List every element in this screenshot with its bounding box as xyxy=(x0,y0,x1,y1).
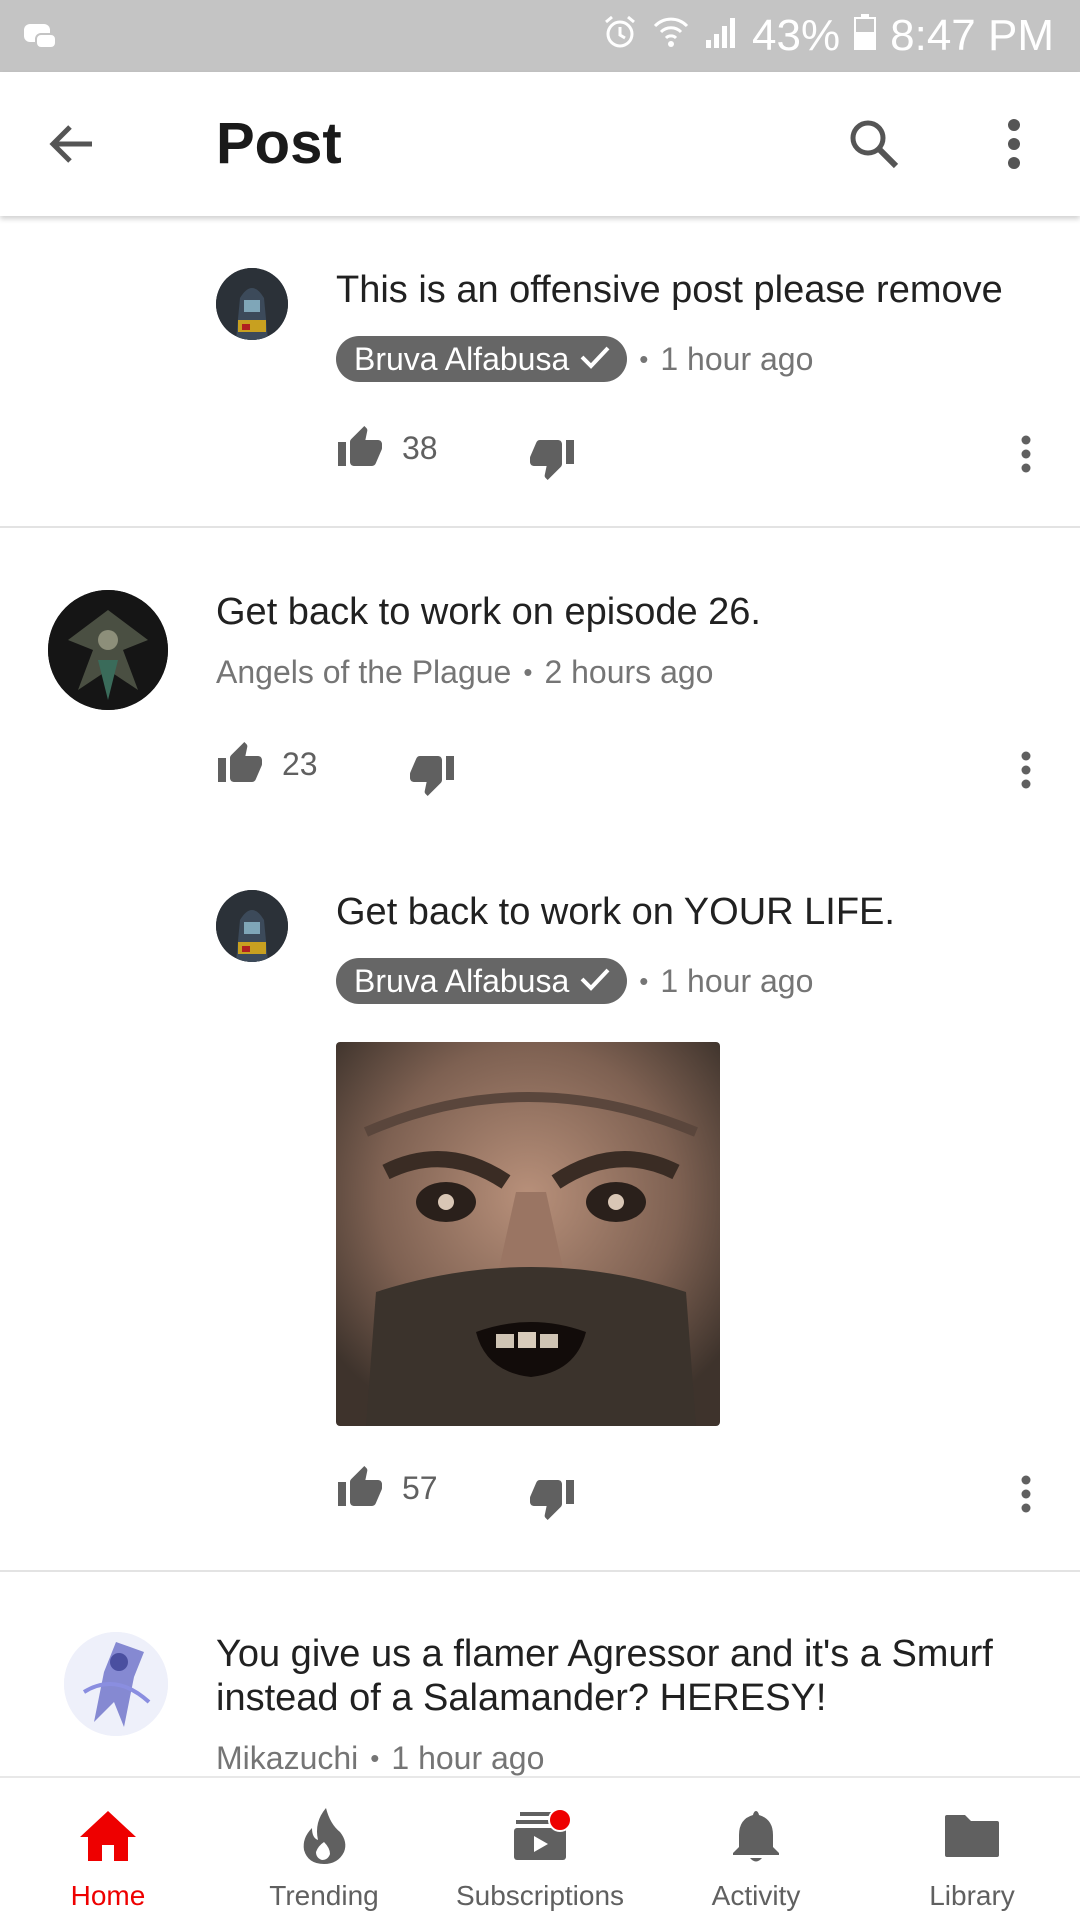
like-button[interactable] xyxy=(336,424,384,472)
nav-label: Subscriptions xyxy=(455,1880,625,1911)
app-bar: Post xyxy=(0,72,1080,216)
thumb-down-icon xyxy=(530,440,574,480)
clock: 8:47 PM xyxy=(890,11,1054,60)
comment-text-line: You give us a flamer Agressor and it's a… xyxy=(216,1633,993,1675)
comment-image[interactable] xyxy=(336,1042,720,1426)
dislike-button[interactable] xyxy=(528,1474,576,1522)
comment-text: Get back to work on episode 26. xyxy=(216,591,761,633)
status-icons: 43% 8:47 PM xyxy=(602,8,1054,64)
comment-more-button[interactable] xyxy=(1006,1464,1046,1524)
comment-time: 2 hours ago xyxy=(544,654,714,690)
comment-more-button[interactable] xyxy=(1006,424,1046,484)
author-name[interactable]: Angels of the Plague xyxy=(216,654,511,691)
arrow-back-icon xyxy=(49,125,92,163)
separator: • xyxy=(370,1743,380,1773)
thumb-down-icon xyxy=(410,756,454,796)
separator: • xyxy=(639,965,649,996)
subscriptions-icon xyxy=(508,1806,572,1866)
bell-icon xyxy=(724,1806,788,1866)
signal-icon xyxy=(704,11,738,61)
like-count: 23 xyxy=(282,746,318,782)
divider xyxy=(0,526,1080,528)
notification-dot xyxy=(548,1808,572,1832)
nav-subscriptions[interactable]: Subscriptions xyxy=(432,1778,648,1920)
more-vert-icon xyxy=(1021,1475,1031,1513)
verified-check-icon xyxy=(579,963,611,1000)
separator: • xyxy=(523,657,533,687)
more-vert-icon xyxy=(1021,435,1031,473)
battery-icon xyxy=(854,11,877,61)
alarm-icon xyxy=(602,11,638,61)
comment-time: 1 hour ago xyxy=(391,1740,545,1776)
author-badge[interactable]: Bruva Alfabusa xyxy=(336,336,628,382)
nav-library[interactable]: Library xyxy=(864,1778,1080,1920)
avatar[interactable] xyxy=(216,890,288,962)
comment-meta: Bruva Alfabusa • 1 hour ago xyxy=(336,958,813,1004)
game-controller-icon xyxy=(22,20,58,52)
battery-percent: 43% xyxy=(752,11,841,60)
comment-time: 1 hour ago xyxy=(660,962,814,999)
thumb-down-icon xyxy=(530,1480,574,1520)
more-vert-icon xyxy=(1021,751,1031,789)
nav-activity[interactable]: Activity xyxy=(648,1778,864,1920)
author-name: Bruva Alfabusa xyxy=(354,962,570,999)
nav-trending[interactable]: Trending xyxy=(216,1778,432,1920)
comment-meta: Bruva Alfabusa • 1 hour ago xyxy=(336,336,813,382)
comment-more-button[interactable] xyxy=(1006,740,1046,800)
comment-time: 1 hour ago xyxy=(660,340,814,377)
comment-actions: 57 xyxy=(336,1464,1036,1524)
avatar[interactable] xyxy=(48,590,168,710)
like-button[interactable] xyxy=(336,1464,384,1512)
author-name: Bruva Alfabusa xyxy=(354,340,570,377)
divider xyxy=(0,1570,1080,1572)
thumb-up-icon xyxy=(218,742,262,782)
page-title: Post xyxy=(216,111,342,176)
like-button[interactable] xyxy=(216,740,264,788)
dislike-button[interactable] xyxy=(528,434,576,482)
comment-actions: 23 xyxy=(216,740,1036,800)
wifi-icon xyxy=(652,11,690,61)
status-bar: 43% 8:47 PM xyxy=(0,0,1080,72)
back-button[interactable] xyxy=(36,108,108,180)
folder-icon xyxy=(940,1806,1004,1866)
avatar[interactable] xyxy=(216,268,288,340)
comment-text: This is an offensive post please remove xyxy=(336,269,1003,311)
flame-icon xyxy=(292,1806,356,1866)
comment-text: You give us a flamer Agressor and it's a… xyxy=(216,1632,993,1720)
comment-meta: Mikazuchi • 1 hour ago xyxy=(216,1740,544,1776)
author-name[interactable]: Mikazuchi xyxy=(216,1740,358,1776)
nav-label: Library xyxy=(929,1880,1015,1911)
author-badge[interactable]: Bruva Alfabusa xyxy=(336,958,628,1004)
search-icon xyxy=(850,120,899,169)
comment-text: Get back to work on YOUR LIFE. xyxy=(336,891,895,933)
comment-meta: Angels of the Plague • 2 hours ago xyxy=(216,654,713,691)
comments-list: This is an offensive post please remove … xyxy=(0,216,1080,1776)
thumb-up-icon xyxy=(338,1466,382,1506)
home-icon xyxy=(76,1806,140,1866)
comment-text-line: instead of a Salamander? HERESY! xyxy=(216,1677,827,1719)
thumb-up-icon xyxy=(338,426,382,466)
separator: • xyxy=(639,343,649,374)
like-count: 38 xyxy=(402,430,438,466)
verified-check-icon xyxy=(579,341,611,378)
avatar[interactable] xyxy=(64,1632,168,1736)
dislike-button[interactable] xyxy=(408,750,456,798)
like-count: 57 xyxy=(402,1470,438,1506)
nav-label: Home xyxy=(70,1880,146,1911)
more-vert-icon xyxy=(1008,119,1020,169)
nav-label: Activity xyxy=(711,1880,801,1911)
comment-actions: 38 xyxy=(336,424,1036,484)
nav-home[interactable]: Home xyxy=(0,1778,216,1920)
more-options-button[interactable] xyxy=(978,108,1050,180)
nav-label: Trending xyxy=(269,1880,379,1911)
bottom-nav: Home Trending Subscriptions Activity Lib… xyxy=(0,1776,1080,1920)
search-button[interactable] xyxy=(838,108,910,180)
